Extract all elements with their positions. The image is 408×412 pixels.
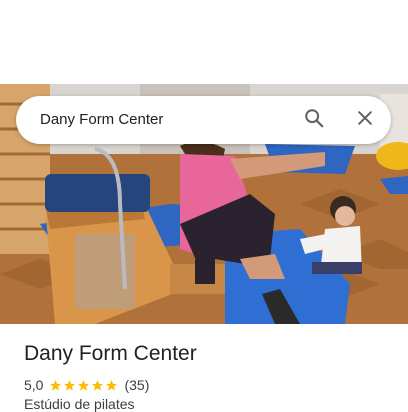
place-title[interactable]: Dany Form Center — [24, 342, 197, 366]
star-rating — [49, 379, 119, 392]
star-icon — [64, 379, 76, 391]
rating-value: 5,0 — [24, 377, 44, 393]
search-bar[interactable]: Dany Form Center — [16, 96, 391, 144]
star-icon — [92, 379, 104, 391]
search-icon — [303, 107, 325, 134]
search-input[interactable]: Dany Form Center — [40, 96, 163, 144]
search-button[interactable] — [298, 104, 330, 136]
star-icon — [50, 379, 62, 391]
star-icon — [106, 379, 118, 391]
map-top-area — [0, 0, 408, 84]
clear-search-button[interactable] — [349, 104, 381, 136]
rating-row[interactable]: 5,0 (35) — [24, 376, 149, 394]
place-category: Estúdio de pilates — [24, 396, 135, 412]
review-count[interactable]: (35) — [124, 377, 149, 393]
close-icon — [355, 108, 375, 133]
star-icon — [78, 379, 90, 391]
